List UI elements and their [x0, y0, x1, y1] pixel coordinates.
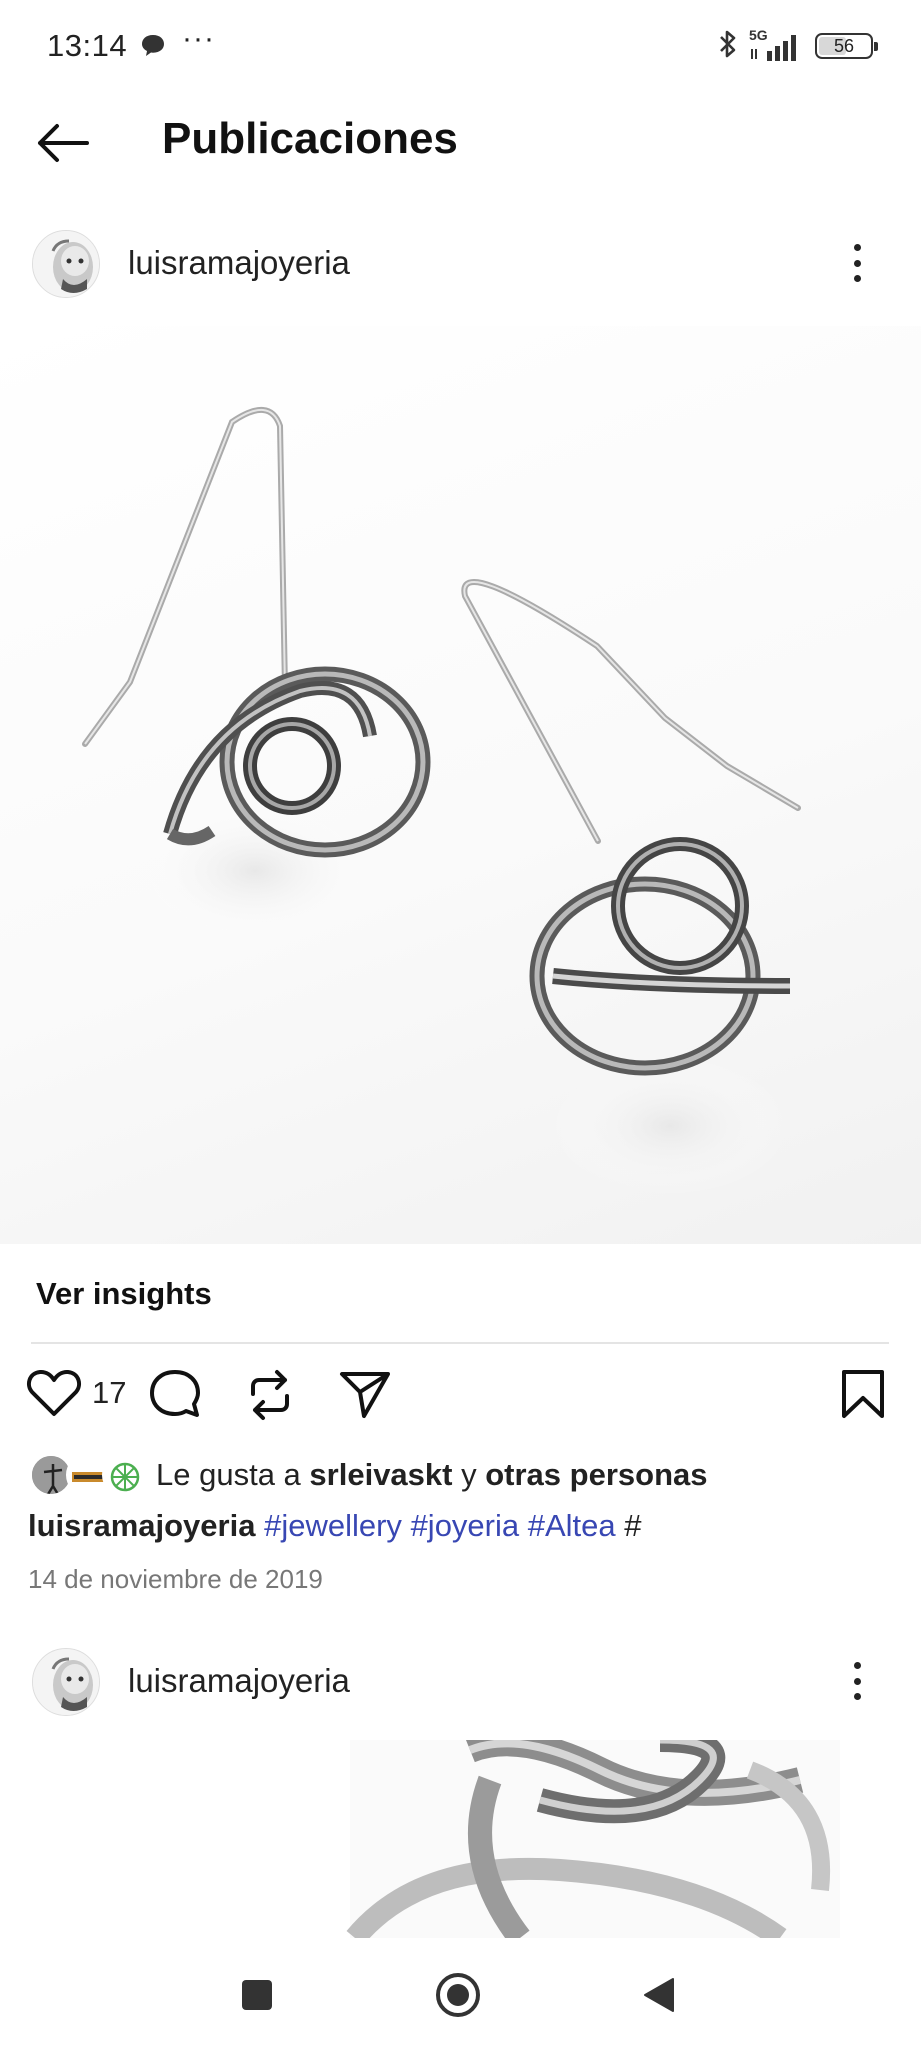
- dot: [853, 1662, 861, 1669]
- caption-username[interactable]: luisramajoyeria: [28, 1508, 255, 1543]
- repost-icon: [251, 1370, 289, 1420]
- share-icon: [340, 1372, 390, 1418]
- view-insights-link[interactable]: Ver insights: [36, 1276, 212, 1312]
- heart-icon: [26, 1369, 82, 1416]
- status-bar: 13:14 ··· 5G 56: [0, 0, 921, 92]
- app-header: Publicaciones: [0, 92, 921, 192]
- home-button[interactable]: [433, 1970, 483, 2020]
- dot: [853, 275, 861, 282]
- battery-icon: 56: [815, 33, 878, 59]
- status-more-icon: ···: [182, 22, 215, 55]
- more-options-button[interactable]: [845, 1656, 869, 1706]
- signal-icon: 5G: [749, 27, 805, 63]
- next-post-header: luisramajoyeria: [0, 1636, 921, 1726]
- battery-level: 56: [833, 35, 855, 56]
- post-caption: luisramajoyeria #jewellery #joyeria #Alt…: [28, 1508, 642, 1544]
- recents-square-icon: [242, 1980, 272, 2010]
- status-right: 5G 56: [717, 26, 878, 66]
- avatar[interactable]: [32, 1648, 100, 1716]
- bookmark-icon: [842, 1370, 884, 1418]
- post-header: luisramajoyeria: [0, 218, 921, 308]
- post-username[interactable]: luisramajoyeria: [128, 244, 350, 282]
- dot: [853, 244, 861, 251]
- avatar-image: [33, 1649, 99, 1715]
- avatar[interactable]: [32, 230, 100, 298]
- likes-conjunction: y: [461, 1457, 477, 1492]
- nav-back-button[interactable]: [634, 1970, 684, 2020]
- caption-trailing: #: [624, 1508, 642, 1543]
- dot: [853, 1677, 861, 1685]
- dot: [853, 259, 861, 267]
- back-triangle-icon: [644, 1978, 674, 2012]
- divider: [31, 1342, 889, 1344]
- back-button[interactable]: [30, 118, 96, 168]
- status-time: 13:14: [47, 28, 128, 63]
- hashtag[interactable]: #jewellery: [264, 1508, 402, 1543]
- liker-avatars: [30, 1454, 144, 1496]
- earrings-photo: [82, 406, 801, 1196]
- repost-button[interactable]: [243, 1368, 297, 1422]
- dot: [853, 1693, 861, 1700]
- save-button[interactable]: [840, 1368, 886, 1420]
- home-circle-icon: [436, 1973, 480, 2017]
- likes-summary[interactable]: Le gusta a srleivaskt y otras personas: [30, 1452, 708, 1498]
- likes-prefix: Le gusta a: [156, 1457, 301, 1492]
- ring-closeup-photo: [0, 1740, 921, 1938]
- recents-button[interactable]: [232, 1970, 282, 2020]
- comment-button[interactable]: [148, 1368, 202, 1420]
- likes-others[interactable]: otras personas: [485, 1457, 707, 1493]
- hashtag[interactable]: #Altea: [528, 1508, 616, 1543]
- next-post-image[interactable]: [0, 1740, 921, 1938]
- post-image[interactable]: [0, 326, 921, 1244]
- likes-user[interactable]: srleivaskt: [309, 1457, 452, 1493]
- comment-icon: [150, 1370, 200, 1417]
- post-username[interactable]: luisramajoyeria: [128, 1662, 350, 1700]
- bluetooth-icon: [717, 28, 739, 65]
- post-actions: 17: [0, 1362, 921, 1432]
- message-icon: [140, 32, 166, 63]
- more-options-button[interactable]: [845, 238, 869, 288]
- like-count: 17: [92, 1375, 127, 1410]
- like-button[interactable]: 17: [26, 1368, 126, 1418]
- avatar-image: [33, 231, 99, 297]
- system-nav-bar: [0, 1940, 921, 2048]
- arrow-left-icon: [38, 124, 89, 162]
- hashtag[interactable]: #joyeria: [411, 1508, 520, 1543]
- share-button[interactable]: [338, 1368, 392, 1420]
- page-title: Publicaciones: [162, 114, 458, 163]
- liker-avatar: [102, 1454, 144, 1496]
- post-date: 14 de noviembre de 2019: [28, 1564, 323, 1594]
